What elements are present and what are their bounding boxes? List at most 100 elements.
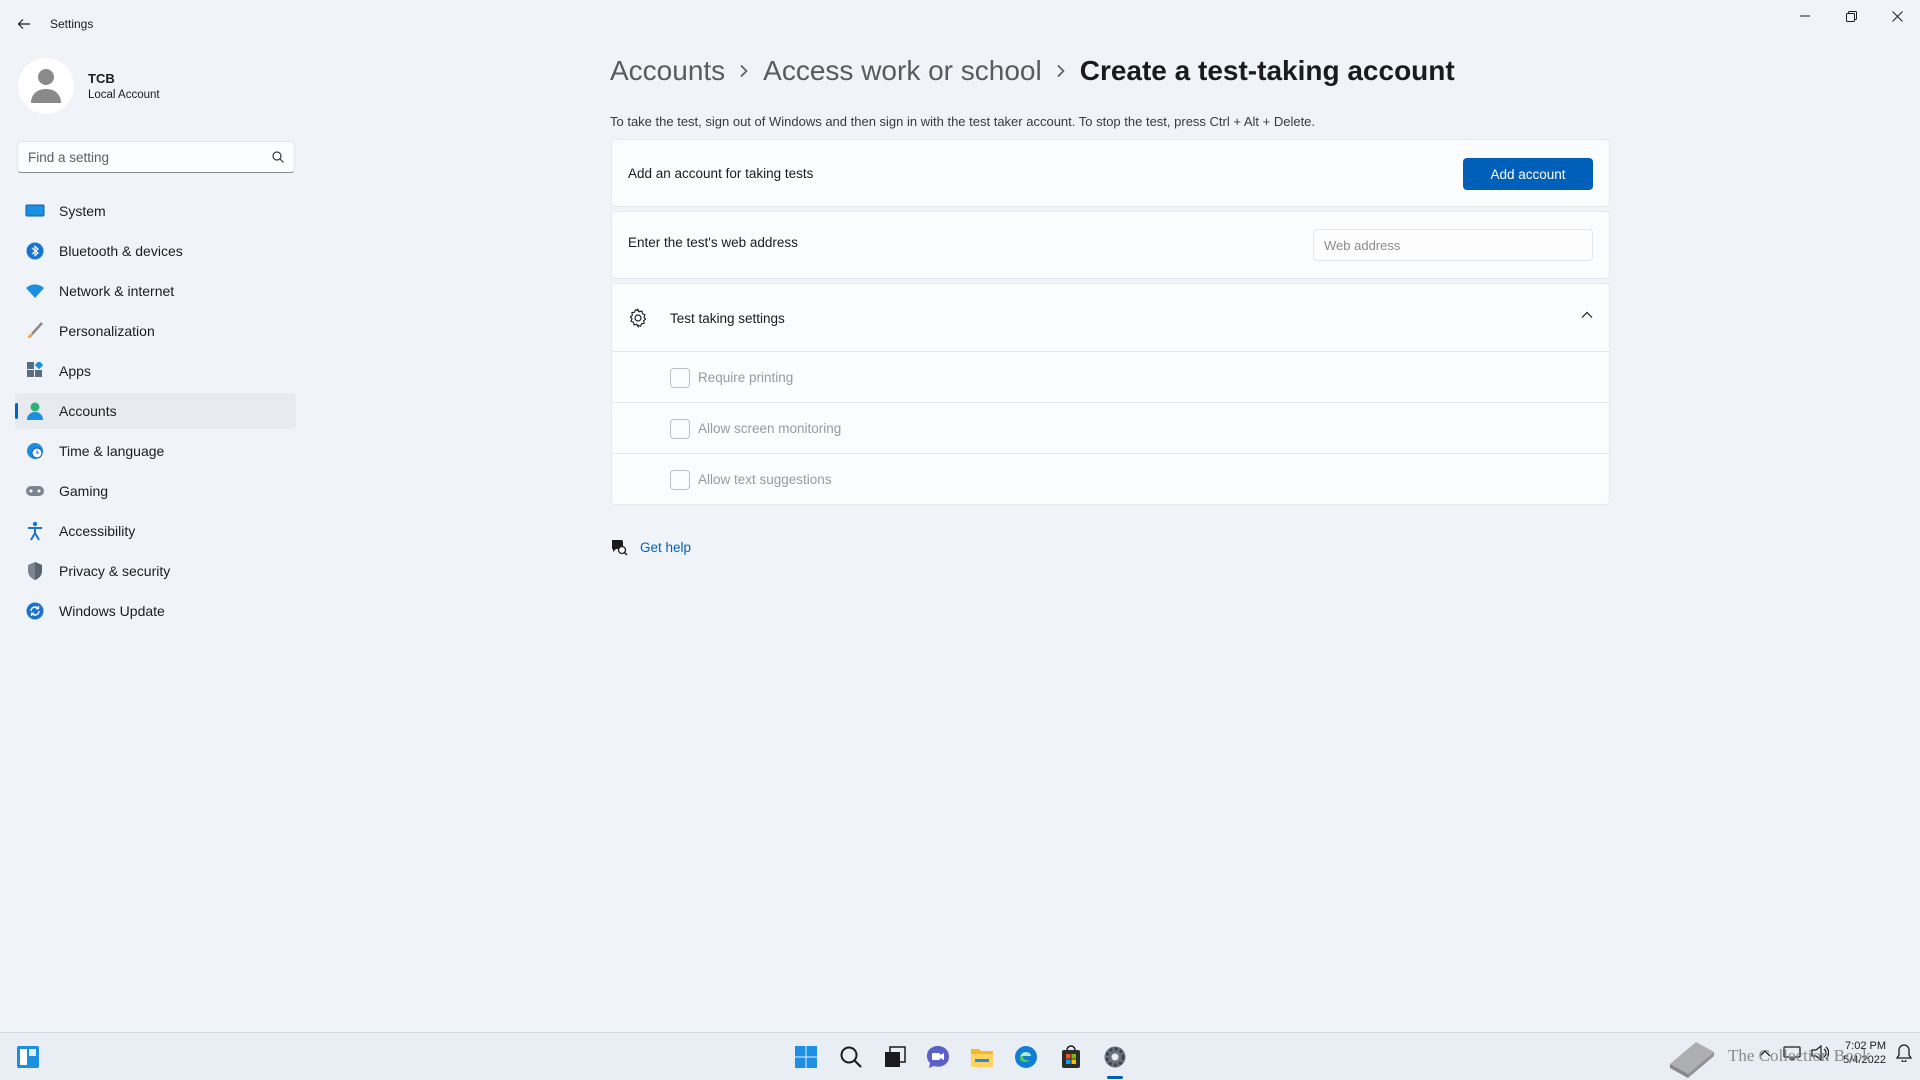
search-icon[interactable] [272,151,284,163]
gamepad-icon [25,481,45,501]
watermark-text: The Collection Book [1728,1046,1871,1065]
accessibility-icon [25,521,45,541]
sidebar-item-network[interactable]: Network & internet [15,273,296,309]
taskbar-search-button[interactable] [835,1041,867,1073]
get-help-link[interactable]: Get help [640,540,691,555]
sidebar-item-label: Windows Update [59,603,165,619]
profile-account-type: Local Account [88,89,160,101]
widgets-icon [17,1046,39,1068]
sidebar-item-label: Bluetooth & devices [59,243,183,259]
user-profile[interactable]: TCB Local Account [18,58,160,114]
widgets-button[interactable] [12,1041,44,1073]
window-controls [1782,0,1920,32]
sidebar-item-label: Network & internet [59,283,175,299]
sidebar-item-privacy-security[interactable]: Privacy & security [15,553,296,589]
active-app-indicator [1107,1076,1123,1079]
setting-row-require-printing: Require printing [612,352,1609,403]
avatar [18,58,74,114]
globe-clock-icon [25,441,45,461]
app-title: Settings [50,17,94,31]
screen-monitoring-checkbox[interactable] [670,419,690,439]
wifi-icon [25,281,45,301]
breadcrumb: Accounts Access work or school Create a … [610,55,1455,87]
file-explorer-button[interactable] [966,1041,998,1073]
title-bar: Settings [0,0,1920,48]
sidebar-item-bluetooth[interactable]: Bluetooth & devices [15,233,296,269]
screen-monitoring-label: Allow screen monitoring [698,421,842,436]
taskbar: 7:02 PM 5/4/2022 [0,1032,1920,1080]
sidebar-item-system[interactable]: System [15,193,296,229]
settings-search [17,141,295,173]
brush-icon [25,321,45,341]
breadcrumb-access-work-school[interactable]: Access work or school [763,55,1042,87]
close-icon [1891,10,1903,22]
default-user-icon [31,69,61,103]
add-account-button[interactable]: Add account [1463,158,1593,190]
setting-row-screen-monitoring: Allow screen monitoring [612,403,1609,454]
sidebar-item-accounts[interactable]: Accounts [15,393,296,429]
require-printing-checkbox[interactable] [670,368,690,388]
search-input[interactable] [28,149,272,165]
shield-icon [25,561,45,581]
start-icon [795,1046,817,1068]
minimize-button[interactable] [1782,0,1828,32]
test-taking-settings-header[interactable]: Test taking settings [612,284,1609,352]
watermark: The Collection Book [1666,1032,1871,1080]
profile-name: TCB [88,71,115,86]
chevron-up-icon[interactable] [1581,311,1593,319]
sidebar-item-gaming[interactable]: Gaming [15,473,296,509]
person-icon [25,401,45,421]
web-address-label: Enter the test's web address [628,235,798,250]
settings-taskbar-button[interactable] [1099,1041,1131,1073]
get-help: Get help [610,538,691,556]
sidebar-item-time-language[interactable]: Time & language [15,433,296,469]
page-description: To take the test, sign out of Windows an… [610,114,1316,129]
task-view-button[interactable] [879,1041,911,1073]
sidebar-item-label: Personalization [59,323,155,339]
update-icon [25,601,45,621]
book-icon [1670,1042,1714,1078]
require-printing-label: Require printing [698,370,794,385]
settings-icon [1104,1046,1126,1068]
web-address-input[interactable] [1313,229,1593,261]
system-icon [25,201,45,221]
setting-row-text-suggestions: Allow text suggestions [612,454,1609,505]
add-account-card: Add an account for taking tests Add acco… [611,139,1610,207]
restore-icon [1845,10,1857,22]
back-button[interactable] [10,12,38,36]
file-explorer-icon [971,1049,993,1067]
sidebar-item-label: Privacy & security [59,563,171,579]
edge-icon [1015,1046,1037,1068]
text-suggestions-label: Allow text suggestions [698,472,832,487]
notification-bell-icon[interactable] [1896,1044,1912,1062]
back-arrow-icon [17,19,30,29]
breadcrumb-accounts[interactable]: Accounts [610,55,725,87]
start-button[interactable] [790,1041,822,1073]
search-icon [840,1046,862,1068]
chat-icon [927,1046,949,1068]
chevron-right-icon [1056,64,1066,78]
minimize-icon [1800,15,1810,17]
sidebar-item-label: System [59,203,106,219]
edge-button[interactable] [1010,1041,1042,1073]
sidebar-item-label: Accounts [59,403,117,419]
add-account-label: Add an account for taking tests [628,166,814,181]
sidebar-item-label: Gaming [59,483,109,499]
task-view-icon [885,1046,906,1067]
help-chat-icon [612,540,628,556]
test-taking-settings-card: Test taking settings Require printing Al… [611,283,1610,505]
sidebar-item-apps[interactable]: Apps [15,353,296,389]
close-button[interactable] [1874,0,1920,32]
apps-icon [25,361,45,381]
sidebar-item-label: Apps [59,363,91,379]
sidebar-item-accessibility[interactable]: Accessibility [15,513,296,549]
sidebar-item-windows-update[interactable]: Windows Update [15,593,296,629]
sidebar-item-personalization[interactable]: Personalization [15,313,296,349]
store-button[interactable] [1055,1041,1087,1073]
gear-icon [629,308,647,328]
store-icon [1062,1045,1080,1068]
restore-button[interactable] [1828,0,1874,32]
chat-button[interactable] [922,1041,954,1073]
text-suggestions-checkbox[interactable] [670,470,690,490]
web-address-card: Enter the test's web address [611,211,1610,279]
